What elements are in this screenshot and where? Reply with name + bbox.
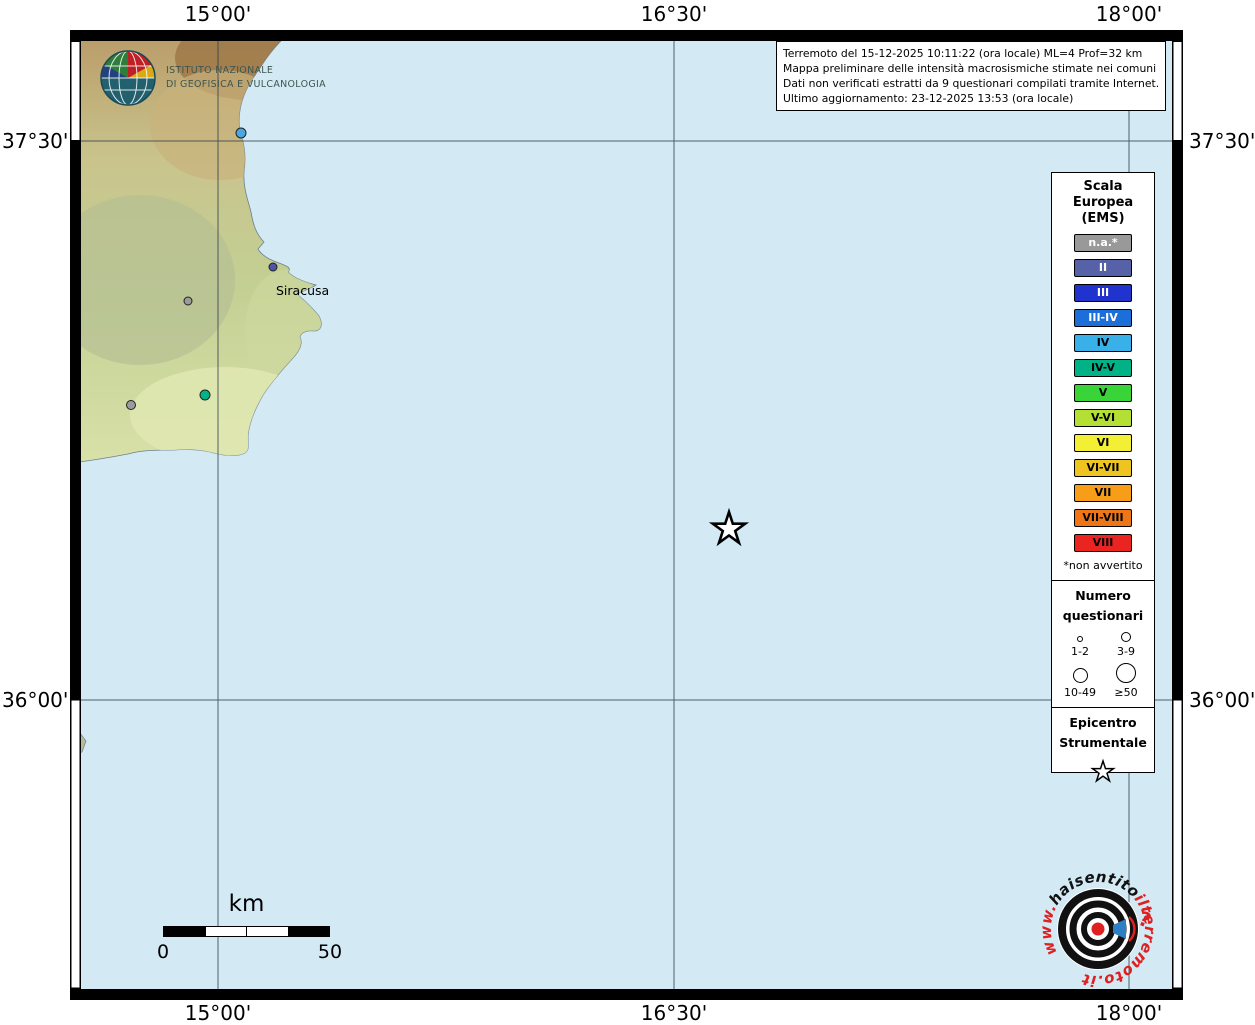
lon-label-bottom-2: 16°30' [641,1001,707,1025]
questionnaire-size: ≥50 [1103,663,1149,699]
map-canvas: ISTITUTO NAZIONALE DI GEOFISICA E VULCAN… [70,30,1183,1000]
scalebar-seg [247,927,289,936]
legend-footnote: *non avvertito [1052,559,1154,572]
legend-title: Scala Europea (EMS) [1052,179,1154,227]
epicenter-title-line1: Epicentro [1052,713,1154,733]
intensity-marker [127,401,136,410]
legend-title-line2: Europea [1052,195,1154,211]
event-info-line3: Dati non verificati estratti da 9 questi… [783,76,1159,91]
epicenter-title-line2: Strumentale [1052,733,1154,753]
ingv-name-line2: DI GEOFISICA E VULCANOLOGIA [166,78,326,92]
lat-label-left-2: 36°00' [2,688,66,712]
ems-swatch: II [1074,259,1132,277]
ems-swatch: V [1074,384,1132,402]
questionnaire-size: 1-2 [1057,632,1103,658]
questionnaire-size: 3-9 [1103,632,1149,658]
scalebar-labels: 0 50 [163,941,330,965]
questionnaire-size-circle [1116,663,1136,683]
event-info-line2: Mappa preliminare delle intensità macros… [783,61,1159,76]
event-info-box: Terremoto del 15-12-2025 10:11:22 (ora l… [776,41,1166,111]
ingv-name: ISTITUTO NAZIONALE DI GEOFISICA E VULCAN… [166,64,326,93]
lon-label-bottom-1: 15°00' [185,1001,251,1025]
questionnaire-sizes: 1-2 3-9 10-49 ≥50 [1052,632,1154,699]
ems-swatch: VI-VII [1074,459,1132,477]
intensity-marker [269,263,277,271]
ems-swatch: III [1074,284,1132,302]
epicenter-legend-star-icon [1090,758,1116,784]
ems-swatch: n.a.* [1074,234,1132,252]
logo-center-dot [1092,923,1105,936]
scalebar-bar [163,926,330,937]
legend-divider-2 [1052,707,1154,708]
ingv-name-line1: ISTITUTO NAZIONALE [166,64,326,78]
lat-label-left-1: 37°30' [2,129,66,153]
scalebar-end: 50 [318,941,342,963]
lon-label-top-1: 15°00' [185,2,251,26]
ems-swatch: IV [1074,334,1132,352]
scalebar-seg [164,927,206,936]
questionnaire-size-label: ≥50 [1114,686,1137,699]
intensity-marker [200,390,210,400]
epicenter-title: Epicentro Strumentale [1052,713,1154,753]
city-label-siracusa: Siracusa [276,283,329,298]
event-info-line1: Terremoto del 15-12-2025 10:11:22 (ora l… [783,46,1159,61]
legend-panel: Scala Europea (EMS) n.a.*IIIIIIII-IVIVIV… [1051,172,1155,773]
ems-swatch: VII [1074,484,1132,502]
scalebar-seg [206,927,248,936]
ems-swatch: VI [1074,434,1132,452]
questionnaire-title-line2: questionari [1052,606,1154,626]
ems-scale-list: n.a.*IIIIIIII-IVIVIV-VVV-VIVIVI-VIIVIIVI… [1052,234,1154,552]
ingv-globe-icon [99,49,157,107]
scalebar-seg [289,927,330,936]
ingv-logo-block: ISTITUTO NAZIONALE DI GEOFISICA E VULCAN… [99,49,326,107]
ems-swatch: III-IV [1074,309,1132,327]
intensity-marker [184,297,192,305]
questionnaire-title-line1: Numero [1052,586,1154,606]
ems-swatch: VII-VIII [1074,509,1132,527]
event-info-line4: Ultimo aggiornamento: 23-12-2025 13:53 (… [783,91,1159,106]
lon-label-top-2: 16°30' [641,2,707,26]
lat-label-right-2: 36°00' [1189,688,1255,712]
intensity-marker [236,128,246,138]
ems-swatch: IV-V [1074,359,1132,377]
scalebar-start: 0 [157,941,169,963]
questionnaire-size-label: 1-2 [1071,645,1089,658]
questionnaire-size-circle [1073,668,1088,683]
lon-label-bottom-3: 18°00' [1096,1001,1162,1025]
map-scalebar: km 0 50 [163,891,330,965]
ems-swatch: V-VI [1074,409,1132,427]
ems-swatch: VIII [1074,534,1132,552]
base-map [70,30,1183,1000]
legend-title-line1: Scala [1052,179,1154,195]
questionnaire-title: Numero questionari [1052,586,1154,626]
questionnaire-size-circle [1121,632,1131,642]
lat-label-right-1: 37°30' [1189,129,1255,153]
questionnaire-size-label: 10-49 [1064,686,1096,699]
macroseismic-map-page: { "title_box": { "lines": [ "Terremoto d… [0,0,1255,1024]
lon-label-top-3: 18°00' [1096,2,1162,26]
legend-divider-1 [1052,580,1154,581]
scalebar-unit: km [163,891,330,917]
questionnaire-size: 10-49 [1057,663,1103,699]
questionnaire-size-label: 3-9 [1117,645,1135,658]
legend-title-line3: (EMS) [1052,211,1154,227]
logo-text-www: www. [1037,900,1061,958]
haisentitoilterremoto-logo: ? www.haisentitoilterremoto.it [1033,864,1163,994]
questionnaire-size-circle [1077,636,1083,642]
